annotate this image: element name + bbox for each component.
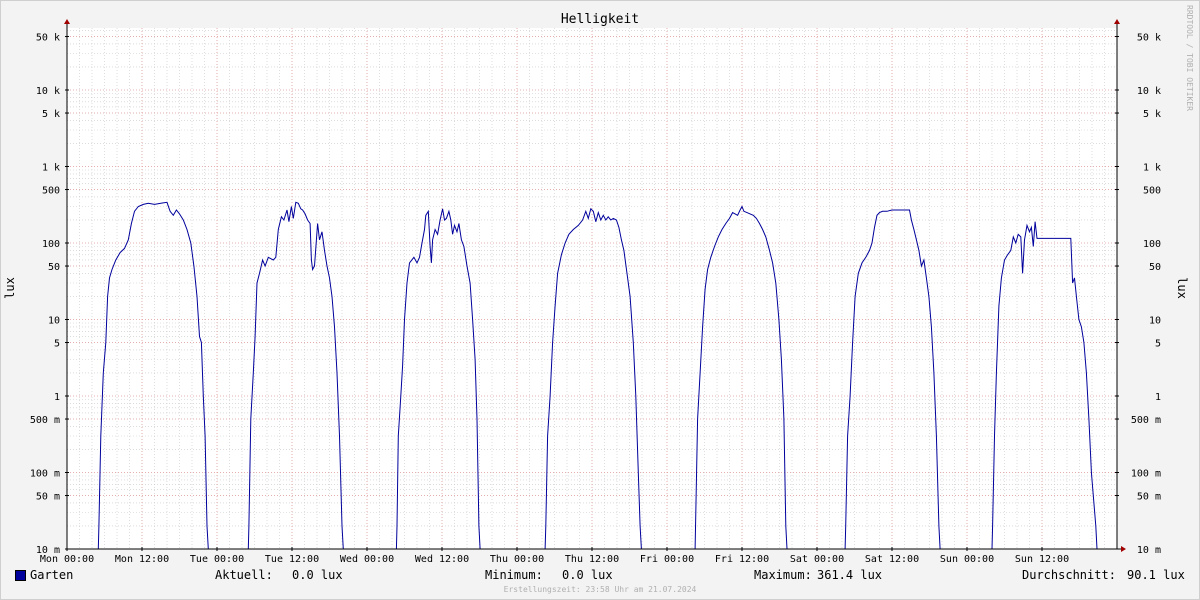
x-tick-label: Wed 12:00 (415, 554, 469, 565)
y-tick-label-left: 100 m (30, 469, 60, 480)
footer-creation-time: Erstellungszeit: 23:58 Uhr am 21.07.2024 (503, 585, 697, 594)
x-tick-label: Wed 00:00 (340, 554, 394, 565)
x-tick-label: Tue 12:00 (265, 554, 319, 565)
y-tick-label-right: 50 (1149, 262, 1161, 273)
legend-aktuell-value: 0.0 lux (292, 568, 343, 582)
legend-durchschnitt-value: 90.1 lux (1127, 568, 1185, 582)
x-tick-label: Mon 12:00 (115, 554, 169, 565)
x-tick-label: Fri 00:00 (640, 554, 694, 565)
y-tick-label-right: 100 m (1131, 469, 1161, 480)
y-tick-label-left: 500 (42, 186, 60, 197)
y-axis-label-right: lux (1175, 277, 1189, 299)
y-tick-label-left: 5 k (42, 109, 60, 120)
y-tick-label-left: 500 m (30, 415, 60, 426)
y-tick-label-right: 10 m (1137, 545, 1161, 556)
x-tick-label: Thu 00:00 (490, 554, 544, 565)
y-tick-label-left: 10 k (36, 86, 60, 97)
legend-minimum-value: 0.0 lux (562, 568, 613, 582)
legend-series-name: Garten (30, 568, 74, 582)
y-tick-label-right: 50 k (1137, 33, 1161, 44)
brightness-chart: 50 k 10 k 5 k 1 k 500 100 50 10 5 1 500 m 100 m 50 m… (0, 0, 1200, 600)
legend-maximum-value: 361.4 lux (817, 568, 883, 582)
legend-minimum-label: Minimum: (485, 568, 543, 582)
y-axis-label-left: lux (3, 277, 17, 299)
x-tick-label: Tue 00:00 (190, 554, 244, 565)
y-tick-label-left: 50 (48, 262, 60, 273)
legend-maximum-label: Maximum: (754, 568, 812, 582)
y-tick-label-left: 50 k (36, 33, 60, 44)
y-tick-label-left: 1 k (42, 163, 60, 174)
x-tick-label: Sun 00:00 (940, 554, 994, 565)
legend: Garten Aktuell: 0.0 lux Minimum: 0.0 lux… (0, 568, 1200, 584)
x-tick-label: Thu 12:00 (565, 554, 619, 565)
x-tick-label: Fri 12:00 (715, 554, 769, 565)
y-tick-label-right: 50 m (1137, 492, 1161, 503)
x-tick-label: Mon 00:00 (40, 554, 94, 565)
x-tick-label: Sat 00:00 (790, 554, 844, 565)
y-tick-label-right: 500 m (1131, 415, 1161, 426)
x-tick-label: Sat 12:00 (865, 554, 919, 565)
y-tick-label-right: 1 (1155, 392, 1161, 403)
y-tick-label-left: 1 (54, 392, 60, 403)
x-tick-label: Sun 12:00 (1015, 554, 1069, 565)
y-tick-label-right: 5 k (1143, 109, 1161, 120)
y-tick-label-right: 500 (1143, 186, 1161, 197)
y-tick-label-right: 5 (1155, 339, 1161, 350)
y-tick-label-left: 100 (42, 239, 60, 250)
y-tick-label-right: 1 k (1143, 163, 1161, 174)
y-tick-label-left: 50 m (36, 492, 60, 503)
y-tick-label-left: 5 (54, 339, 60, 350)
legend-durchschnitt-label: Durchschnitt: (1022, 568, 1116, 582)
rrdtool-watermark: RRDTOOL / TOBI OETIKER (1185, 5, 1194, 111)
y-tick-label-right: 10 (1149, 316, 1161, 327)
chart-title: Helligkeit (561, 12, 639, 27)
y-tick-label-right: 10 k (1137, 86, 1161, 97)
y-tick-label-right: 100 (1143, 239, 1161, 250)
legend-aktuell-label: Aktuell: (215, 568, 273, 582)
y-tick-label-left: 10 (48, 316, 60, 327)
